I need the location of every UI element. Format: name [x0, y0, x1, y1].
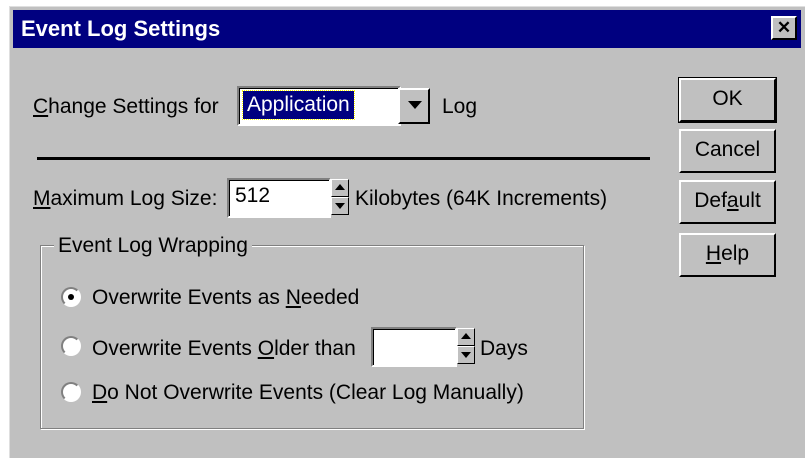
- option-overwrite-older-than-label: Overwrite Events Older than: [92, 337, 356, 360]
- spin-up-icon: [335, 184, 345, 190]
- event-log-settings-dialog: Event Log Settings ✕ Change Settings for…: [9, 6, 805, 458]
- days-input[interactable]: [371, 327, 457, 367]
- close-button[interactable]: ✕: [771, 16, 797, 40]
- log-type-dropdown[interactable]: Application: [237, 86, 401, 126]
- option-overwrite-as-needed-label: Overwrite Events as Needed: [92, 286, 360, 309]
- max-log-size-label: Maximum Log Size:: [33, 187, 218, 210]
- max-size-spin-up[interactable]: [331, 179, 349, 197]
- days-spin-up[interactable]: [457, 328, 475, 346]
- close-icon: ✕: [776, 18, 792, 37]
- size-units-label: Kilobytes (64K Increments): [355, 187, 608, 210]
- radio-do-not-overwrite[interactable]: [61, 382, 81, 402]
- change-settings-label: Change Settings for: [33, 95, 219, 118]
- cancel-button[interactable]: Cancel: [679, 129, 776, 173]
- selected-log-type: Application: [242, 90, 355, 120]
- max-log-size-input[interactable]: 512: [227, 178, 331, 218]
- chevron-down-icon: [408, 101, 422, 109]
- radio-selected-dot: [68, 294, 74, 300]
- max-log-size-value: 512: [235, 184, 271, 207]
- spin-down-icon: [335, 203, 345, 209]
- days-spin-down[interactable]: [457, 346, 475, 364]
- default-button[interactable]: Default: [679, 180, 776, 224]
- separator-line: [37, 157, 650, 160]
- event-log-wrapping-label: Event Log Wrapping: [54, 234, 252, 258]
- ok-button[interactable]: OK: [678, 77, 777, 123]
- spin-up-icon: [461, 333, 471, 339]
- radio-overwrite-as-needed[interactable]: [61, 287, 81, 307]
- window-title: Event Log Settings: [21, 16, 221, 41]
- days-label: Days: [480, 337, 528, 360]
- title-bar: Event Log Settings ✕: [13, 10, 801, 48]
- log-suffix-label: Log: [442, 95, 478, 118]
- max-size-spin-down[interactable]: [331, 197, 349, 215]
- log-type-dropdown-button[interactable]: [398, 88, 430, 124]
- option-do-not-overwrite-label: Do Not Overwrite Events (Clear Log Manua…: [92, 381, 524, 404]
- help-button[interactable]: Help: [679, 233, 776, 277]
- spin-down-icon: [461, 352, 471, 358]
- radio-overwrite-older-than[interactable]: [61, 336, 81, 356]
